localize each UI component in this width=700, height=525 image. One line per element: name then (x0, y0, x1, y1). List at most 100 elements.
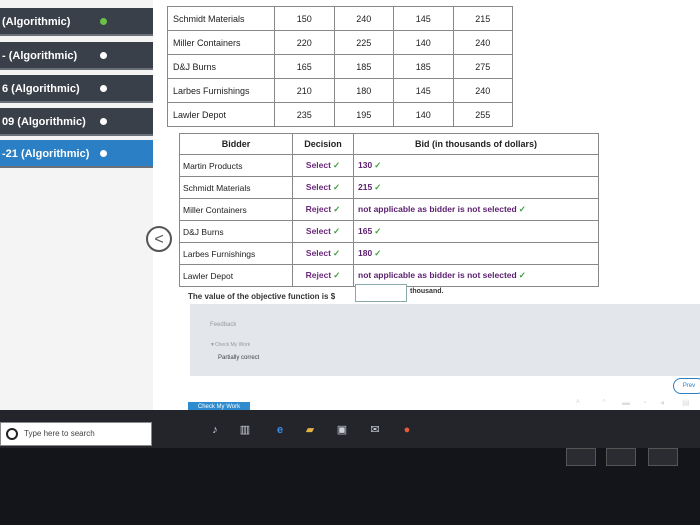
check-icon: ✓ (374, 248, 382, 258)
bids-table: Schmidt Materials 150 240 145 215 Miller… (167, 6, 513, 127)
bidder-cell: Larbes Furnishings (167, 78, 275, 103)
decision-value: Select (305, 160, 331, 170)
table-row: Schmidt Materials Select ✓ 215 ✓ (179, 176, 599, 199)
table-row: Schmidt Materials 150 240 145 215 (167, 6, 513, 31)
bid-input[interactable]: 180 ✓ (353, 242, 599, 265)
sidebar-item-label: 6 (Algorithmic) (2, 83, 80, 95)
objective-input[interactable] (355, 284, 407, 302)
check-icon: ✓ (332, 160, 341, 170)
previous-button[interactable]: Prev (673, 378, 700, 394)
bidder-cell: Miller Containers (179, 198, 293, 221)
table-header-row: Bidder Decision Bid (in thousands of dol… (179, 133, 599, 155)
bid-cell: 240 (452, 30, 513, 55)
edge-browser-icon[interactable]: e (273, 423, 287, 437)
bid-cell: 255 (452, 102, 513, 127)
table-row: D&J Burns 165 185 185 275 (167, 54, 513, 79)
table-row: D&J Burns Select ✓ 165 ✓ (179, 220, 599, 243)
check-icon: ✓ (374, 182, 382, 192)
bid-input[interactable]: 130 ✓ (353, 154, 599, 177)
column-header-bid: Bid (in thousands of dollars) (353, 133, 599, 155)
bid-cell: 215 (452, 6, 513, 31)
store-icon[interactable]: ▣ (335, 423, 349, 437)
bidder-cell: D&J Burns (179, 220, 293, 243)
bid-cell: 185 (393, 54, 454, 79)
bidder-cell: Schmidt Materials (179, 176, 293, 199)
bid-value: not applicable as bidder is not selected (358, 204, 517, 214)
bid-cell: 140 (393, 30, 454, 55)
decision-select[interactable]: Select ✓ (292, 220, 354, 243)
check-icon: ✓ (332, 248, 341, 258)
bid-value: 180 (358, 248, 373, 258)
feedback-panel: Feedback ▼Check My Work Partially correc… (190, 304, 700, 376)
keyboard-key-icon (648, 448, 678, 466)
bid-input[interactable]: 215 ✓ (353, 176, 599, 199)
main-content: Schmidt Materials 150 240 145 215 Miller… (153, 0, 700, 410)
table-row: Miller Containers 220 225 140 240 (167, 30, 513, 55)
task-view-icon[interactable]: ▥ (238, 423, 252, 437)
decision-select[interactable]: Reject ✓ (292, 264, 354, 287)
check-my-work-button[interactable]: Check My Work (188, 402, 250, 410)
bid-cell: 140 (393, 102, 454, 127)
column-header-decision: Decision (292, 133, 354, 155)
cortana-icon (6, 428, 18, 440)
bidder-cell: Martin Products (179, 154, 293, 177)
check-icon: ✓ (374, 160, 382, 170)
sidebar: (Algorithmic) - (Algorithmic) 6 (Algorit… (0, 0, 153, 410)
table-row: Larbes Furnishings Select ✓ 180 ✓ (179, 242, 599, 265)
table-row: Martin Products Select ✓ 130 ✓ (179, 154, 599, 177)
decision-select[interactable]: Select ✓ (292, 176, 354, 199)
sidebar-item-5[interactable]: -21 (Algorithmic) (0, 140, 153, 168)
bidder-cell: Miller Containers (167, 30, 275, 55)
previous-arrow-button[interactable]: < (146, 226, 172, 252)
bid-cell: 240 (333, 6, 394, 31)
sidebar-item-label: - (Algorithmic) (2, 50, 78, 62)
chevron-up-icon[interactable]: ^ (602, 398, 606, 407)
decision-select[interactable]: Select ✓ (292, 154, 354, 177)
taskbar-search[interactable]: Type here to search (0, 422, 152, 446)
bid-value: 165 (358, 226, 373, 236)
bid-cell: 145 (393, 78, 454, 103)
browser-icon[interactable]: ● (400, 423, 414, 437)
keyboard-key-icon (566, 448, 596, 466)
bidder-cell: Larbes Furnishings (179, 242, 293, 265)
bid-cell: 240 (452, 78, 513, 103)
check-icon: ✓ (333, 270, 341, 280)
decision-value: Select (305, 182, 331, 192)
decision-select[interactable]: Reject ✓ (292, 198, 354, 221)
sidebar-item-2[interactable]: - (Algorithmic) (0, 42, 153, 70)
sidebar-item-3[interactable]: 6 (Algorithmic) (0, 75, 153, 103)
bidder-cell: D&J Burns (167, 54, 275, 79)
people-icon[interactable]: ᴬ (576, 398, 580, 407)
table-row: Lawler Depot 235 195 140 255 (167, 102, 513, 127)
decision-table: Bidder Decision Bid (in thousands of dol… (179, 133, 599, 287)
battery-icon: ▬ (622, 398, 630, 407)
sidebar-item-1[interactable]: (Algorithmic) (0, 8, 153, 36)
objective-unit: thousand. (410, 288, 444, 295)
decision-select[interactable]: Select ✓ (292, 242, 354, 265)
feedback-result: Partially correct (218, 355, 260, 361)
decision-value: Reject (305, 204, 332, 214)
mail-icon[interactable]: ✉ (368, 423, 382, 437)
bid-cell: 180 (333, 78, 394, 103)
decision-value: Reject (305, 270, 332, 280)
bid-value: 215 (358, 182, 373, 192)
microphone-icon[interactable]: ♪ (208, 423, 222, 437)
bid-cell: 185 (333, 54, 394, 79)
bid-cell: 235 (274, 102, 335, 127)
bid-input[interactable]: not applicable as bidder is not selected… (353, 198, 599, 221)
file-explorer-icon[interactable]: ▰ (303, 423, 317, 437)
check-icon: ✓ (518, 204, 526, 214)
feedback-title: Feedback (210, 322, 237, 328)
sidebar-item-label: -21 (Algorithmic) (2, 148, 90, 160)
check-my-work-toggle[interactable]: ▼Check My Work (210, 342, 250, 348)
notification-icon[interactable]: ▤ (682, 398, 690, 407)
bid-input[interactable]: 165 ✓ (353, 220, 599, 243)
status-dot-icon (100, 52, 107, 59)
network-icon: ◔ (642, 398, 647, 407)
sidebar-item-4[interactable]: 09 (Algorithmic) (0, 108, 153, 136)
check-icon: ✓ (333, 204, 341, 214)
volume-icon[interactable]: ◂ (660, 398, 664, 407)
table-row: Miller Containers Reject ✓ not applicable… (179, 198, 599, 221)
bid-cell: 225 (333, 30, 394, 55)
keyboard-key-icon (606, 448, 636, 466)
